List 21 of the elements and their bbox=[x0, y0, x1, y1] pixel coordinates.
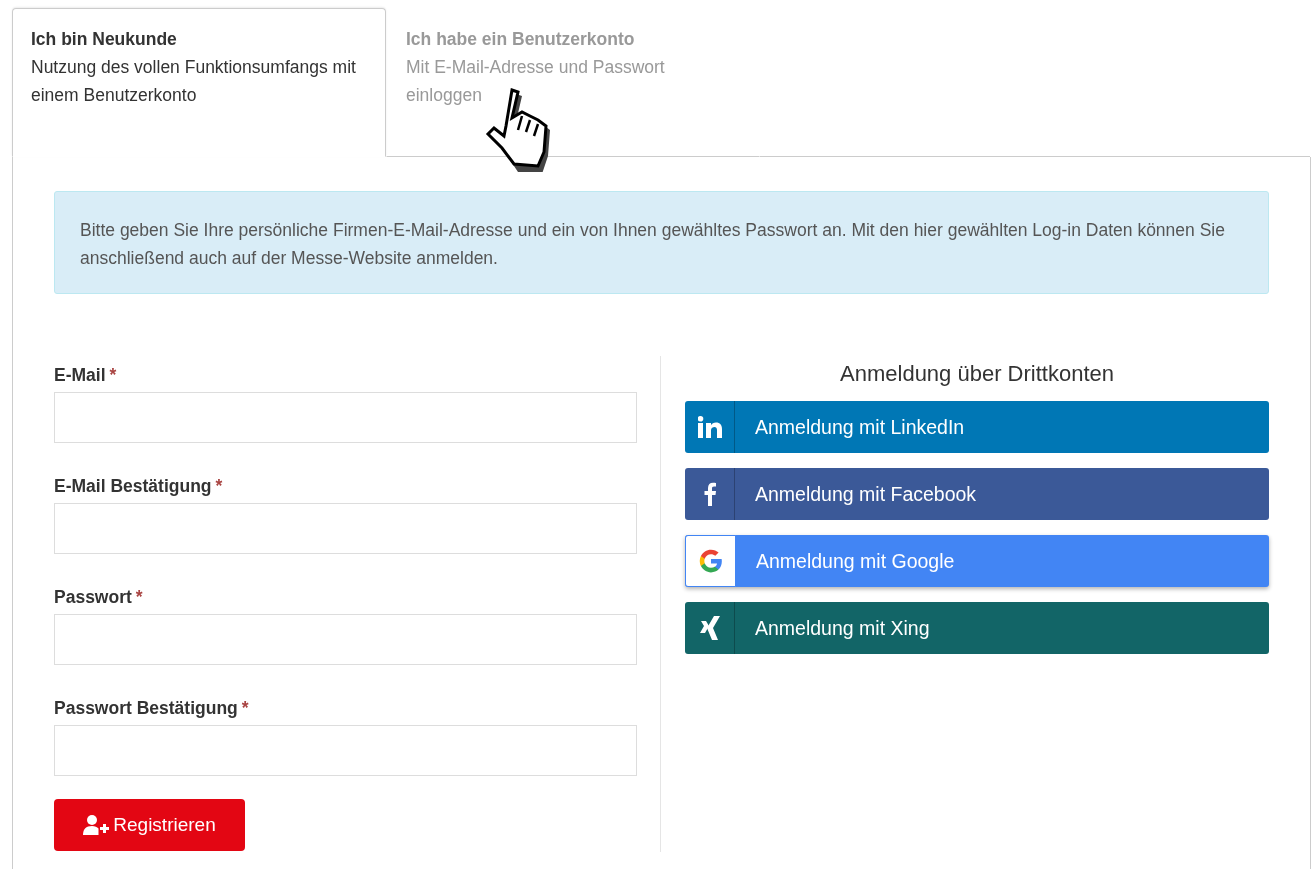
linkedin-icon bbox=[697, 416, 722, 438]
field-label: Passwort * bbox=[54, 586, 144, 609]
section-heading: Anmeldung über Drittkonten bbox=[839, 360, 1115, 388]
info-message: Bitte geben Sie Ihre persönliche Firmen-E-Mail-Adresse und ein von Ihnen gewähltes Passwort an. Mit den hier gewählten Log-in Daten können Sie anschließend auch auf der Messe-Website anmelden. bbox=[54, 191, 1269, 294]
field-label: E-Mail Bestätigung * bbox=[54, 475, 224, 498]
facebook-icon bbox=[703, 482, 716, 506]
register-button[interactable]: Registrieren bbox=[54, 799, 245, 851]
facebook-login-button[interactable]: Anmeldung mit Facebook bbox=[685, 468, 1269, 520]
input-field[interactable] bbox=[54, 503, 637, 554]
input-field[interactable] bbox=[54, 725, 637, 776]
google-login-button[interactable]: Anmeldung mit Google bbox=[685, 535, 1269, 587]
input-field[interactable] bbox=[54, 614, 637, 665]
field-label: E-Mail * bbox=[54, 364, 118, 387]
input-field[interactable] bbox=[54, 392, 637, 443]
field-label: Passwort Bestätigung * bbox=[54, 697, 250, 720]
tab[interactable]: Ich bin Neukunde Nutzung des vollen Funktionsumfangs mit einem Benutzerkonto bbox=[12, 8, 386, 157]
add-user-icon bbox=[83, 814, 110, 836]
linkedin-login-button[interactable]: Anmeldung mit LinkedIn bbox=[685, 401, 1269, 453]
xing-icon bbox=[699, 616, 720, 640]
xing-login-button[interactable]: Anmeldung mit Xing bbox=[685, 602, 1269, 654]
google-icon bbox=[697, 548, 724, 574]
